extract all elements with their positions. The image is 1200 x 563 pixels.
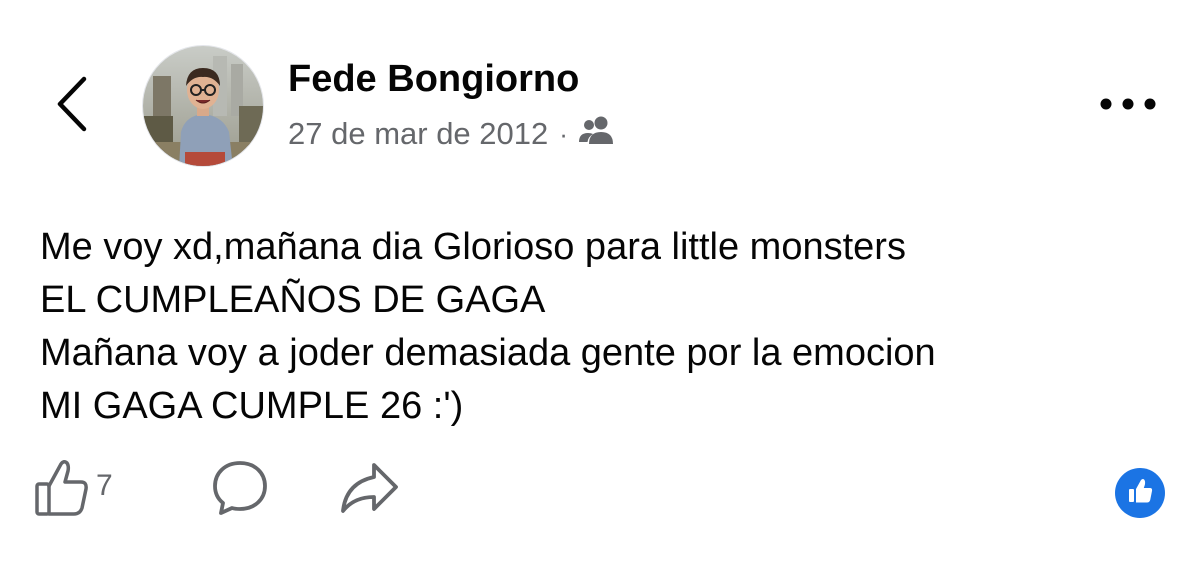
- chevron-left-icon: [55, 76, 89, 137]
- author-name[interactable]: Fede Bongiorno: [288, 58, 579, 101]
- share-arrow-icon: [338, 461, 400, 520]
- post-meta: 27 de mar de 2012 ·: [288, 114, 617, 154]
- share-button[interactable]: [334, 458, 404, 522]
- like-reaction-badge[interactable]: [1115, 468, 1165, 518]
- like-button[interactable]: 7: [34, 458, 113, 522]
- comment-button[interactable]: [205, 458, 275, 522]
- post-line: EL CUMPLEAÑOS DE GAGA: [40, 279, 546, 321]
- more-options-button[interactable]: [1092, 86, 1164, 126]
- meta-separator: ·: [559, 118, 568, 149]
- more-dots-icon: [1098, 97, 1158, 116]
- post-date[interactable]: 27 de mar de 2012: [288, 116, 548, 152]
- thumbs-up-filled-icon: [1126, 477, 1154, 510]
- back-button[interactable]: [44, 72, 100, 140]
- comment-bubble-icon: [210, 459, 270, 522]
- avatar[interactable]: [142, 45, 264, 167]
- post-line: Me voy xd,mañana dia Glorioso para littl…: [40, 226, 906, 268]
- post-line: MI GAGA CUMPLE 26 :'): [40, 385, 464, 427]
- thumbs-up-outline-icon: [34, 458, 90, 523]
- post-line: Mañana voy a joder demasiada gente por l…: [40, 332, 936, 374]
- post-body: Me voy xd,mañana dia Glorioso para littl…: [40, 221, 1170, 433]
- like-count: 7: [96, 469, 113, 502]
- friends-icon[interactable]: [577, 114, 617, 154]
